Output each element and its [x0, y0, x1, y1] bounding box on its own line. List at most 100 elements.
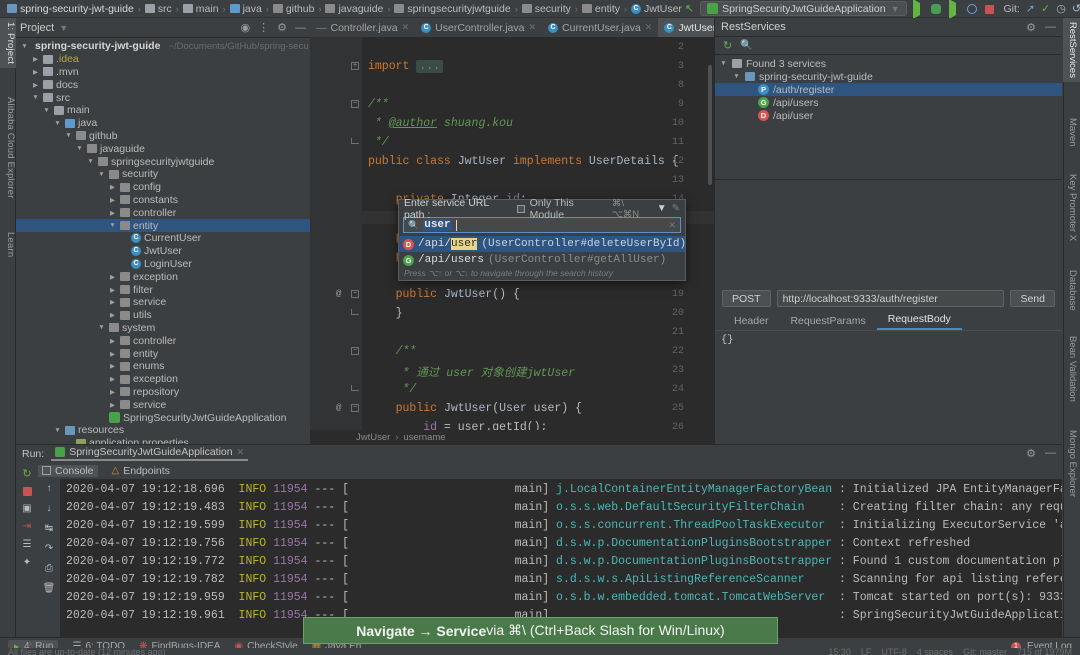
editor-tab-usercontroller-java[interactable]: C UserController.java ✕: [415, 18, 542, 37]
tab-request-params[interactable]: RequestParams: [779, 315, 876, 330]
search-icon[interactable]: 🔍: [740, 40, 752, 51]
minimize-icon[interactable]: —: [1045, 447, 1056, 460]
trash-icon[interactable]: 🗑: [43, 583, 56, 594]
indent-setting[interactable]: 4 spaces: [917, 648, 953, 655]
stop-icon[interactable]: [985, 3, 997, 15]
gear-icon[interactable]: ⚙: [1026, 21, 1036, 34]
rail-tab-project[interactable]: 1: Project: [0, 18, 16, 69]
chevron-right-icon[interactable]: ▶: [31, 55, 40, 63]
breadcrumb-item-entity[interactable]: entity: [579, 1, 623, 17]
git-revert-icon[interactable]: ↺: [1072, 2, 1080, 15]
memory-indicator[interactable]: 715 of 1979M: [1017, 648, 1072, 655]
tree-node-service[interactable]: ▶ service: [16, 398, 310, 411]
send-button[interactable]: Send: [1010, 290, 1055, 307]
breadcrumb-item-javaguide[interactable]: javaguide: [322, 1, 386, 17]
chevron-down-icon[interactable]: ▼: [732, 73, 741, 80]
tab-request-body[interactable]: RequestBody: [876, 313, 962, 330]
git-history-icon[interactable]: ◷: [1056, 2, 1066, 15]
editor-scrollbar[interactable]: [708, 65, 712, 185]
tree-node-resources[interactable]: ▼ resources: [16, 424, 310, 437]
code-fold-minus-icon[interactable]: −: [351, 404, 359, 412]
chevron-down-icon[interactable]: ▼: [719, 60, 728, 67]
rail-tab-mongo-explorer[interactable]: Mongo Explorer: [1063, 426, 1080, 501]
tab-header[interactable]: Header: [723, 315, 779, 330]
close-icon[interactable]: ✕: [645, 22, 653, 33]
tree-node-loginuser[interactable]: C LoginUser: [16, 258, 310, 271]
close-icon[interactable]: ✕: [528, 22, 536, 33]
service-result-item[interactable]: D/api/user (UserController#deleteUserByI…: [399, 236, 686, 252]
down-icon[interactable]: ↓: [47, 503, 52, 514]
rest-node--auth-register[interactable]: P/auth/register: [715, 83, 1062, 96]
editor-tab-jwtuser-java[interactable]: CJwtUser.java✕: [658, 18, 714, 37]
close-icon[interactable]: ✕: [402, 22, 410, 33]
run-configuration-selector[interactable]: SpringSecurityJwtGuideApplication ▼: [700, 1, 908, 16]
tab-endpoints[interactable]: △ Endpoints: [108, 465, 174, 477]
chevron-right-icon[interactable]: ▶: [108, 183, 117, 191]
rail-tab-alibaba-cloud-explorer[interactable]: Alibaba Cloud Explorer: [0, 93, 16, 203]
gear-icon[interactable]: ⚙: [1026, 447, 1036, 460]
soft-wrap-icon[interactable]: ↹: [45, 523, 53, 534]
service-results-list[interactable]: D/api/user (UserController#deleteUserByI…: [399, 236, 686, 268]
chevron-down-icon[interactable]: ▼: [53, 427, 62, 434]
rail-tab-learn[interactable]: Learn: [0, 228, 16, 261]
chevron-right-icon[interactable]: ▶: [108, 350, 117, 358]
chevron-down-icon[interactable]: ▼: [31, 94, 40, 101]
caret-position[interactable]: 15:30: [828, 648, 851, 655]
breadcrumb-item-jwtuser[interactable]: C JwtUser: [628, 1, 685, 17]
tree-node-enums[interactable]: ▶ enums: [16, 360, 310, 373]
navigate-service-popup[interactable]: Enter service URL path : Only This Modul…: [398, 197, 686, 281]
chevron-right-icon[interactable]: ▶: [108, 286, 117, 294]
rail-tab-database[interactable]: Database: [1063, 266, 1080, 315]
rest-node-found-3-services[interactable]: ▼ Found 3 services: [715, 57, 1062, 70]
git-update-icon[interactable]: ➚: [1026, 2, 1035, 15]
attach-icon[interactable]: ⇥: [23, 521, 31, 532]
chevron-right-icon[interactable]: ▶: [108, 362, 117, 370]
print-icon[interactable]: ⎙: [45, 563, 53, 574]
tree-node--mvn[interactable]: ▶ .mvn: [16, 66, 310, 79]
tree-node-repository[interactable]: ▶ repository: [16, 386, 310, 399]
gutter-annotation-marker[interactable]: @: [336, 403, 341, 413]
rail-tab-key-promoter-x[interactable]: Key Promoter X: [1063, 170, 1080, 245]
tree-node-exception[interactable]: ▶ exception: [16, 373, 310, 386]
rest-node--api-user[interactable]: D/api/user: [715, 109, 1062, 122]
code-fold-minus-icon[interactable]: −: [351, 290, 359, 298]
layout-icon[interactable]: ☰: [23, 539, 32, 550]
tree-node-system[interactable]: ▼ system: [16, 322, 310, 335]
breadcrumb-item-springsecurityjwtguide[interactable]: springsecurityjwtguide: [391, 1, 513, 17]
line-separator[interactable]: LF: [861, 648, 872, 655]
restservices-tree[interactable]: ▼ Found 3 services ▼ spring-security-jwt-gu…: [715, 55, 1062, 179]
chevron-right-icon[interactable]: ▶: [108, 298, 117, 306]
tree-node-filter[interactable]: ▶ filter: [16, 283, 310, 296]
chevron-down-icon[interactable]: ▼: [75, 145, 84, 152]
breadcrumb-item-security[interactable]: security: [519, 1, 574, 17]
breadcrumb-item-java[interactable]: java: [227, 1, 265, 17]
tree-node-entity[interactable]: ▶ entity: [16, 347, 310, 360]
chevron-down-icon[interactable]: ▼: [108, 222, 117, 229]
console-output[interactable]: 2020-04-07 19:12:18.696 INFO 11954 --- […: [60, 479, 1062, 637]
tree-node-config[interactable]: ▶ config: [16, 181, 310, 194]
gear-icon[interactable]: ⚙: [277, 21, 287, 34]
collapse-icon[interactable]: ◉: [241, 21, 251, 34]
tree-node-docs[interactable]: ▶ docs: [16, 78, 310, 91]
code-fold-end-icon[interactable]: [351, 385, 359, 391]
rail-tab-bean-validation[interactable]: Bean Validation: [1063, 332, 1080, 406]
service-result-item[interactable]: G/api/users (UserController#getAllUser): [399, 252, 685, 268]
chevron-right-icon[interactable]: ▶: [108, 401, 117, 409]
breadcrumb-item-src[interactable]: src: [142, 1, 175, 17]
chevron-right-icon[interactable]: ▶: [31, 68, 40, 76]
request-body-editor[interactable]: {}: [715, 329, 1062, 444]
screenshot-icon[interactable]: ▣: [22, 503, 31, 514]
breadcrumb-item-spring-security-jwt-guide[interactable]: spring-security-jwt-guide: [4, 1, 137, 17]
chevron-right-icon[interactable]: ▶: [31, 81, 40, 89]
rail-tab-restservices[interactable]: RestServices: [1063, 18, 1080, 82]
tree-node-jwtuser[interactable]: C JwtUser: [16, 245, 310, 258]
chevron-down-icon[interactable]: ▼: [97, 171, 106, 178]
code-fold-minus-icon[interactable]: −: [351, 347, 359, 355]
chevron-down-icon[interactable]: ▼: [42, 107, 51, 114]
up-icon[interactable]: ↑: [47, 483, 52, 494]
scroll-to-end-icon[interactable]: ↷: [45, 543, 53, 554]
gutter-annotation-marker[interactable]: @: [336, 289, 341, 299]
rerun-icon[interactable]: ↻: [22, 467, 31, 480]
tree-node-controller[interactable]: ▶ controller: [16, 206, 310, 219]
editor-tab-controller-java[interactable]: — Controller.java ✕: [310, 18, 415, 37]
